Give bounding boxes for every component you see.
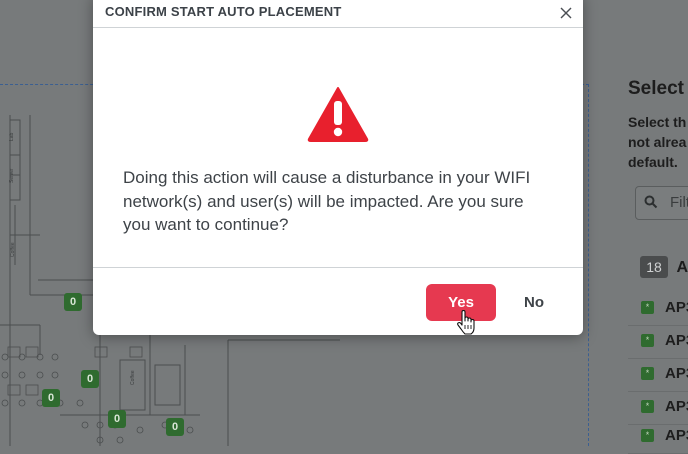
ap-count-label: A [676, 259, 688, 276]
ap-marker[interactable]: 0 [166, 418, 184, 436]
room-label-coffee-1: Coffee [10, 242, 16, 257]
checkbox-icon[interactable]: * [641, 367, 654, 380]
checkbox-icon[interactable]: * [641, 400, 654, 413]
panel-title: Select [628, 78, 684, 99]
no-button[interactable]: No [508, 284, 560, 321]
ap-label: AP3 [665, 332, 688, 349]
dialog-title: CONFIRM START AUTO PLACEMENT [105, 4, 342, 19]
dialog-header: CONFIRM START AUTO PLACEMENT [93, 0, 583, 28]
ap-list-item[interactable]: * AP3 [628, 358, 688, 392]
filter-input[interactable]: Filt [635, 186, 688, 220]
search-icon [644, 195, 658, 209]
ap-label: AP3 [665, 427, 688, 444]
ap-label: AP3 [665, 365, 688, 382]
checkbox-icon[interactable]: * [641, 334, 654, 347]
ap-label: AP3 [665, 398, 688, 415]
ap-list-item[interactable]: * AP3 [628, 292, 688, 326]
checkbox-icon[interactable]: * [641, 301, 654, 314]
dialog-message: Doing this action will cause a disturban… [123, 168, 531, 234]
yes-button[interactable]: Yes [426, 284, 496, 321]
description-line: not alrea [628, 134, 687, 150]
room-label-lab: Lab [9, 132, 15, 141]
ap-marker[interactable]: 0 [64, 293, 82, 311]
ap-list-item[interactable]: * AP3 [628, 420, 688, 454]
ap-count-badge: 18 [640, 256, 668, 278]
ap-marker[interactable]: 0 [81, 370, 99, 388]
checkbox-icon[interactable]: * [641, 429, 654, 442]
ap-marker[interactable]: 0 [42, 389, 60, 407]
room-label-coffee-2: Coffee [130, 370, 136, 385]
warning-icon [307, 87, 369, 142]
ap-marker[interactable]: 0 [108, 410, 126, 428]
select-ap-panel: Select Select th not alrea default. Filt… [600, 0, 688, 454]
description-line: default. [628, 154, 678, 170]
filter-placeholder: Filt [670, 194, 688, 211]
ap-list-item[interactable]: * AP3 [628, 325, 688, 359]
panel-description: Select th not alrea default. [628, 112, 688, 172]
close-icon[interactable] [559, 6, 573, 20]
dialog-footer-divider [93, 267, 583, 268]
ap-count-row: 18 A [640, 256, 688, 278]
room-label-server: Server [9, 168, 15, 183]
description-line: Select th [628, 114, 687, 130]
confirm-dialog: CONFIRM START AUTO PLACEMENT Doing this … [93, 0, 583, 335]
ap-label: AP3 [665, 299, 688, 316]
